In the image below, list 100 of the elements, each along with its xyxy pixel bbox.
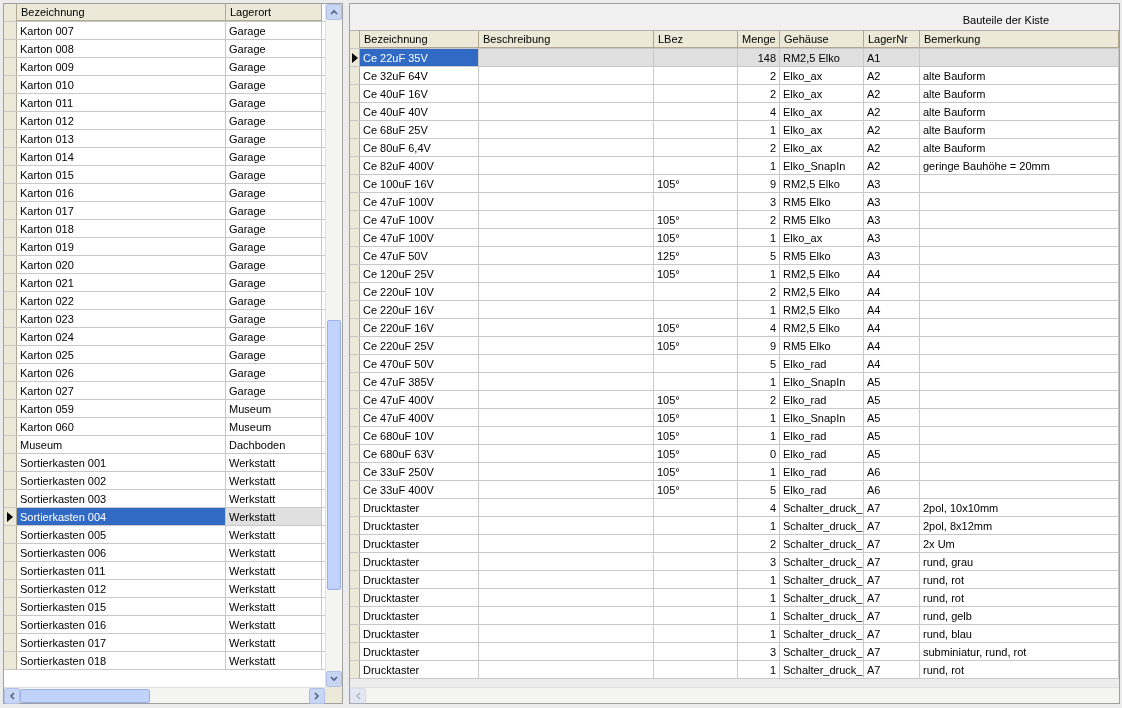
table-cell[interactable]: Sortierkasten 016 [17, 616, 226, 633]
table-cell: Elko_SnapIn [780, 373, 864, 390]
table-cell: A7 [864, 571, 920, 588]
table-cell[interactable]: Garage [226, 346, 322, 363]
table-cell[interactable]: Karton 012 [17, 112, 226, 129]
table-cell[interactable]: Karton 019 [17, 238, 226, 255]
column-header[interactable]: Bemerkung [920, 31, 1119, 48]
horizontal-scrollbar[interactable] [4, 687, 325, 703]
table-cell[interactable]: Werkstatt [226, 508, 322, 525]
table-cell[interactable]: Karton 060 [17, 418, 226, 435]
table-cell[interactable]: Garage [226, 220, 322, 237]
table-cell[interactable]: Karton 011 [17, 94, 226, 111]
scroll-left-button[interactable] [4, 688, 20, 704]
table-cell[interactable]: Karton 009 [17, 58, 226, 75]
table-cell[interactable]: Garage [226, 256, 322, 273]
vertical-scrollbar[interactable] [325, 4, 342, 687]
table-cell[interactable]: Dachboden [226, 436, 322, 453]
table-cell[interactable]: Karton 059 [17, 400, 226, 417]
table-cell: 1 [738, 661, 780, 678]
table-cell[interactable]: Sortierkasten 003 [17, 490, 226, 507]
table-cell[interactable]: Garage [226, 202, 322, 219]
table-cell[interactable]: Karton 023 [17, 310, 226, 327]
table-cell[interactable]: Garage [226, 364, 322, 381]
table-cell[interactable]: Karton 007 [17, 22, 226, 39]
table-cell[interactable]: Karton 015 [17, 166, 226, 183]
table-cell[interactable]: Museum [226, 418, 322, 435]
table-cell: A4 [864, 319, 920, 336]
table-cell[interactable]: Werkstatt [226, 634, 322, 651]
table-cell[interactable]: Karton 026 [17, 364, 226, 381]
table-cell[interactable]: Werkstatt [226, 652, 322, 669]
horizontal-scrollbar[interactable] [350, 687, 1119, 703]
table-cell[interactable]: Museum [17, 436, 226, 453]
column-header[interactable]: LagerNr [864, 31, 920, 48]
table-cell[interactable]: Sortierkasten 015 [17, 598, 226, 615]
table-cell[interactable]: Werkstatt [226, 616, 322, 633]
table-cell[interactable]: Garage [226, 382, 322, 399]
table-cell[interactable]: Garage [226, 238, 322, 255]
column-header[interactable]: Menge [738, 31, 780, 48]
table-cell: RM2,5 Elko [780, 283, 864, 300]
column-header[interactable]: Gehäuse [780, 31, 864, 48]
table-cell[interactable]: Karton 024 [17, 328, 226, 345]
table-cell[interactable]: Werkstatt [226, 562, 322, 579]
table-cell[interactable]: Werkstatt [226, 526, 322, 543]
table-cell[interactable]: Garage [226, 328, 322, 345]
table-cell[interactable]: Karton 017 [17, 202, 226, 219]
table-cell: Elko_ax [780, 67, 864, 84]
table-cell[interactable]: Garage [226, 58, 322, 75]
table-cell[interactable]: Karton 022 [17, 292, 226, 309]
table-cell[interactable]: Garage [226, 112, 322, 129]
table-cell[interactable]: Sortierkasten 006 [17, 544, 226, 561]
table-cell[interactable]: Sortierkasten 005 [17, 526, 226, 543]
table-cell[interactable]: Werkstatt [226, 472, 322, 489]
scroll-down-button[interactable] [326, 671, 342, 687]
column-header[interactable]: LBez [654, 31, 738, 48]
table-cell[interactable]: Sortierkasten 004 [17, 508, 226, 525]
column-header[interactable]: Beschreibung [479, 31, 654, 48]
column-header[interactable]: Lagerort [226, 4, 322, 21]
table-cell[interactable]: Karton 025 [17, 346, 226, 363]
row-selector[interactable] [350, 49, 360, 66]
table-cell[interactable]: Garage [226, 148, 322, 165]
table-cell[interactable]: Sortierkasten 011 [17, 562, 226, 579]
table-cell[interactable]: Garage [226, 40, 322, 57]
row-selector[interactable] [4, 508, 17, 525]
table-cell[interactable]: Karton 010 [17, 76, 226, 93]
table-cell[interactable]: Garage [226, 22, 322, 39]
table-cell[interactable]: Garage [226, 184, 322, 201]
table-cell[interactable]: Garage [226, 94, 322, 111]
table-cell[interactable]: Karton 013 [17, 130, 226, 147]
table-cell[interactable]: Garage [226, 76, 322, 93]
table-cell[interactable]: Museum [226, 400, 322, 417]
table-cell: Schalter_druck_ [780, 517, 864, 534]
table-cell[interactable]: Garage [226, 130, 322, 147]
table-cell: Ce 47uF 385V [360, 373, 479, 390]
table-cell[interactable]: Sortierkasten 012 [17, 580, 226, 597]
table-cell[interactable]: Garage [226, 310, 322, 327]
table-cell[interactable]: Garage [226, 274, 322, 291]
table-cell[interactable]: Werkstatt [226, 544, 322, 561]
table-cell[interactable]: Karton 020 [17, 256, 226, 273]
column-header[interactable]: Bezeichnung [360, 31, 479, 48]
table-cell[interactable]: Karton 027 [17, 382, 226, 399]
table-cell[interactable]: Karton 018 [17, 220, 226, 237]
table-cell[interactable]: Werkstatt [226, 490, 322, 507]
table-cell[interactable]: Garage [226, 166, 322, 183]
table-cell[interactable]: Karton 016 [17, 184, 226, 201]
table-cell[interactable]: Sortierkasten 018 [17, 652, 226, 669]
table-cell[interactable]: Karton 021 [17, 274, 226, 291]
scroll-up-button[interactable] [326, 4, 342, 20]
column-header[interactable]: Bezeichnung [17, 4, 226, 21]
table-cell[interactable]: Garage [226, 292, 322, 309]
table-cell[interactable]: Werkstatt [226, 454, 322, 471]
table-cell[interactable]: Sortierkasten 017 [17, 634, 226, 651]
table-cell[interactable]: Karton 008 [17, 40, 226, 57]
table-cell[interactable]: Sortierkasten 002 [17, 472, 226, 489]
table-cell[interactable]: Werkstatt [226, 580, 322, 597]
table-cell[interactable]: Werkstatt [226, 598, 322, 615]
scroll-thumb[interactable] [327, 320, 341, 590]
table-cell[interactable]: Sortierkasten 001 [17, 454, 226, 471]
scroll-thumb[interactable] [20, 689, 150, 703]
table-cell[interactable]: Karton 014 [17, 148, 226, 165]
scroll-right-button[interactable] [309, 688, 325, 704]
